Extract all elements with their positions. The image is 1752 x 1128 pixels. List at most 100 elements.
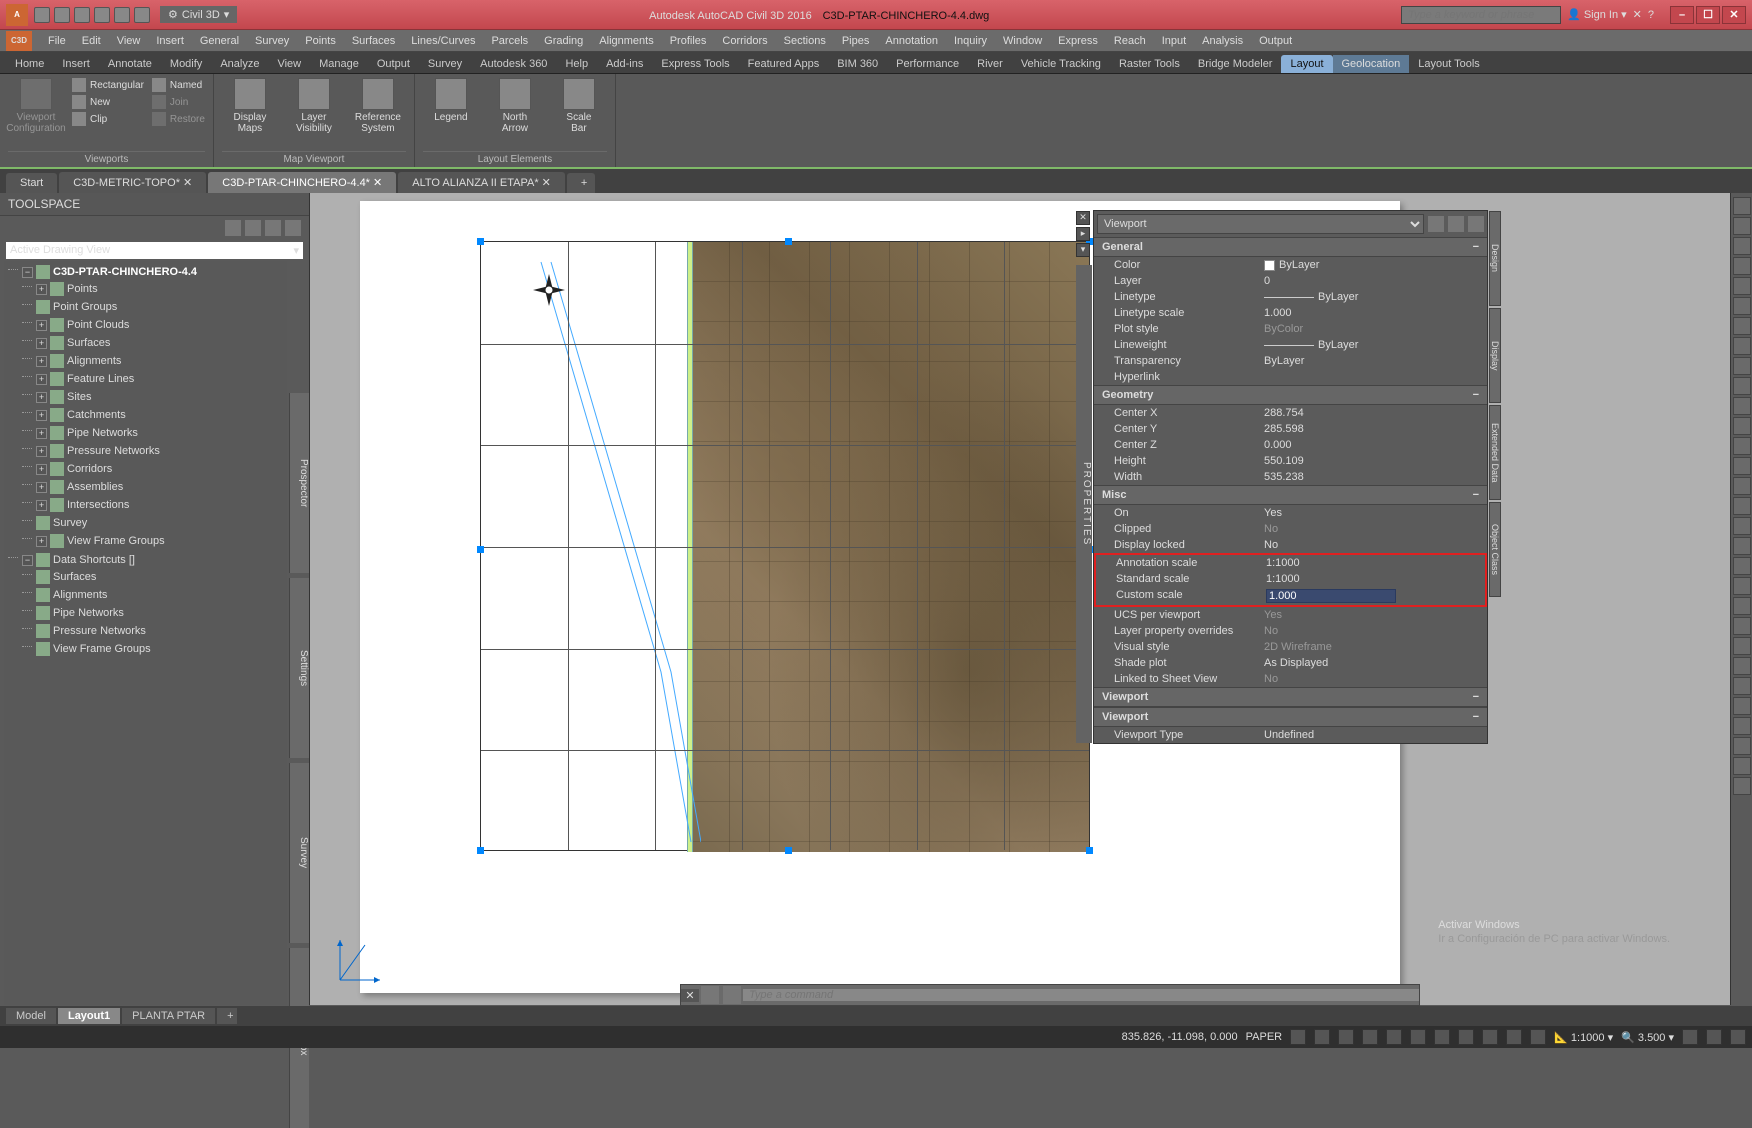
- new-icon[interactable]: [34, 7, 50, 23]
- rtool-icon-20[interactable]: [1733, 597, 1751, 615]
- ribtab-vehicle-tracking[interactable]: Vehicle Tracking: [1012, 55, 1110, 73]
- prop-section-general[interactable]: General−: [1094, 237, 1487, 257]
- ribtab-home[interactable]: Home: [6, 55, 53, 73]
- reference-button[interactable]: ReferenceSystem: [350, 78, 406, 134]
- doctab-1[interactable]: C3D-METRIC-TOPO* ✕: [59, 172, 206, 193]
- menu-profiles[interactable]: Profiles: [662, 35, 715, 47]
- rtool-icon-21[interactable]: [1733, 617, 1751, 635]
- prop-clipped[interactable]: ClippedNo: [1094, 521, 1487, 537]
- pickadd-icon[interactable]: [1448, 216, 1464, 232]
- rtool-icon-17[interactable]: [1733, 537, 1751, 555]
- ribtab-insert[interactable]: Insert: [53, 55, 99, 73]
- prop-color[interactable]: ColorByLayer: [1094, 257, 1487, 273]
- prop-section-geometry[interactable]: Geometry−: [1094, 385, 1487, 405]
- ribtab-help[interactable]: Help: [556, 55, 597, 73]
- rtool-icon-1[interactable]: [1733, 217, 1751, 235]
- rtool-icon-13[interactable]: [1733, 457, 1751, 475]
- rtool-icon-8[interactable]: [1733, 357, 1751, 375]
- ribtab-analyze[interactable]: Analyze: [211, 55, 268, 73]
- menu-alignments[interactable]: Alignments: [591, 35, 661, 47]
- prop-lineweight[interactable]: LineweightByLayer: [1094, 337, 1487, 353]
- toolspace-icon-3[interactable]: [265, 220, 281, 236]
- ribtab-geolocation[interactable]: Geolocation: [1333, 55, 1410, 73]
- prop-linked-to-sheet-view[interactable]: Linked to Sheet ViewNo: [1094, 671, 1487, 687]
- ribtab-bim-360[interactable]: BIM 360: [828, 55, 887, 73]
- close-button[interactable]: ✕: [1722, 6, 1746, 24]
- cleanscreen-icon[interactable]: [1730, 1029, 1746, 1045]
- tree-alignments[interactable]: +Alignments: [22, 352, 283, 370]
- scale-button[interactable]: ScaleBar: [551, 78, 607, 134]
- space-indicator[interactable]: PAPER: [1246, 1031, 1282, 1043]
- tab-prospector[interactable]: Prospector: [289, 393, 309, 573]
- tree-survey[interactable]: Survey: [22, 514, 283, 532]
- tree-pressure-networks[interactable]: +Pressure Networks: [22, 442, 283, 460]
- prop-viewport-type[interactable]: Viewport TypeUndefined: [1094, 727, 1487, 743]
- ribtab-survey[interactable]: Survey: [419, 55, 471, 73]
- prop-center-z[interactable]: Center Z0.000: [1094, 437, 1487, 453]
- prop-width[interactable]: Width535.238: [1094, 469, 1487, 485]
- prop-section-viewport[interactable]: Viewport−: [1094, 707, 1487, 727]
- prop-height[interactable]: Height550.109: [1094, 453, 1487, 469]
- tree-intersections[interactable]: +Intersections: [22, 496, 283, 514]
- rtool-icon-14[interactable]: [1733, 477, 1751, 495]
- doctab-2[interactable]: C3D-PTAR-CHINCHERO-4.4* ✕: [208, 172, 396, 193]
- prop-layer-property-overrides[interactable]: Layer property overridesNo: [1094, 623, 1487, 639]
- prop-shade-plot[interactable]: Shade plotAs Displayed: [1094, 655, 1487, 671]
- tree-points[interactable]: +Points: [22, 280, 283, 298]
- tree-assemblies[interactable]: +Assemblies: [22, 478, 283, 496]
- prop-annotation-scale[interactable]: Annotation scale1:1000: [1096, 555, 1485, 571]
- lineweight-toggle-icon[interactable]: [1434, 1029, 1450, 1045]
- menu-grading[interactable]: Grading: [536, 35, 591, 47]
- rtool-icon-5[interactable]: [1733, 297, 1751, 315]
- prop-rtab-design[interactable]: Design: [1489, 211, 1501, 306]
- rtool-icon-11[interactable]: [1733, 417, 1751, 435]
- palette-pin-icon[interactable]: ▸: [1076, 227, 1090, 241]
- menu-reach[interactable]: Reach: [1106, 35, 1154, 47]
- rtool-icon-7[interactable]: [1733, 337, 1751, 355]
- ribtab-river[interactable]: River: [968, 55, 1012, 73]
- ribtab-express-tools[interactable]: Express Tools: [652, 55, 738, 73]
- menu-general[interactable]: General: [192, 35, 247, 47]
- prop-custom-scale[interactable]: Custom scale: [1096, 587, 1485, 605]
- menu-inquiry[interactable]: Inquiry: [946, 35, 995, 47]
- ribtab-annotate[interactable]: Annotate: [99, 55, 161, 73]
- open-icon[interactable]: [54, 7, 70, 23]
- toolspace-help-icon[interactable]: [285, 220, 301, 236]
- selectobjects-icon[interactable]: [1468, 216, 1484, 232]
- layer-button[interactable]: LayerVisibility: [286, 78, 342, 134]
- tab-settings[interactable]: Settings: [289, 578, 309, 758]
- ribtab-layout[interactable]: Layout: [1281, 55, 1332, 73]
- rtool-icon-12[interactable]: [1733, 437, 1751, 455]
- tab-survey[interactable]: Survey: [289, 763, 309, 943]
- command-input[interactable]: [743, 989, 1419, 1001]
- rtool-icon-29[interactable]: [1733, 777, 1751, 795]
- polar-toggle-icon[interactable]: [1362, 1029, 1378, 1045]
- annomonitor-icon[interactable]: [1506, 1029, 1522, 1045]
- shortcut-view-frame-groups[interactable]: View Frame Groups: [22, 640, 283, 658]
- viewport-scale[interactable]: 🔍 3.500 ▾: [1621, 1031, 1674, 1044]
- tree-view-frame-groups[interactable]: +View Frame Groups: [22, 532, 283, 550]
- transparency-toggle-icon[interactable]: [1458, 1029, 1474, 1045]
- prop-hyperlink[interactable]: Hyperlink: [1094, 369, 1487, 385]
- prop-center-x[interactable]: Center X288.754: [1094, 405, 1487, 421]
- prop-ucs-per-viewport[interactable]: UCS per viewportYes: [1094, 607, 1487, 623]
- ortho-toggle-icon[interactable]: [1338, 1029, 1354, 1045]
- workspace-icon[interactable]: [1682, 1029, 1698, 1045]
- toolspace-view-selector[interactable]: Active Drawing View▾: [6, 242, 303, 259]
- rtool-icon-9[interactable]: [1733, 377, 1751, 395]
- osnap-toggle-icon[interactable]: [1386, 1029, 1402, 1045]
- rtool-icon-0[interactable]: [1733, 197, 1751, 215]
- rtool-icon-27[interactable]: [1733, 737, 1751, 755]
- rtool-icon-2[interactable]: [1733, 237, 1751, 255]
- menu-output[interactable]: Output: [1251, 35, 1300, 47]
- layouttab-model[interactable]: Model: [6, 1008, 56, 1024]
- north-button[interactable]: NorthArrow: [487, 78, 543, 134]
- prop-standard-scale[interactable]: Standard scale1:1000: [1096, 571, 1485, 587]
- ribtab-layout-tools[interactable]: Layout Tools: [1409, 55, 1489, 73]
- prop-rtab-display[interactable]: Display: [1489, 308, 1501, 403]
- menu-insert[interactable]: Insert: [148, 35, 192, 47]
- tree-surfaces[interactable]: +Surfaces: [22, 334, 283, 352]
- menu-corridors[interactable]: Corridors: [714, 35, 775, 47]
- tree-feature-lines[interactable]: +Feature Lines: [22, 370, 283, 388]
- otrack-toggle-icon[interactable]: [1410, 1029, 1426, 1045]
